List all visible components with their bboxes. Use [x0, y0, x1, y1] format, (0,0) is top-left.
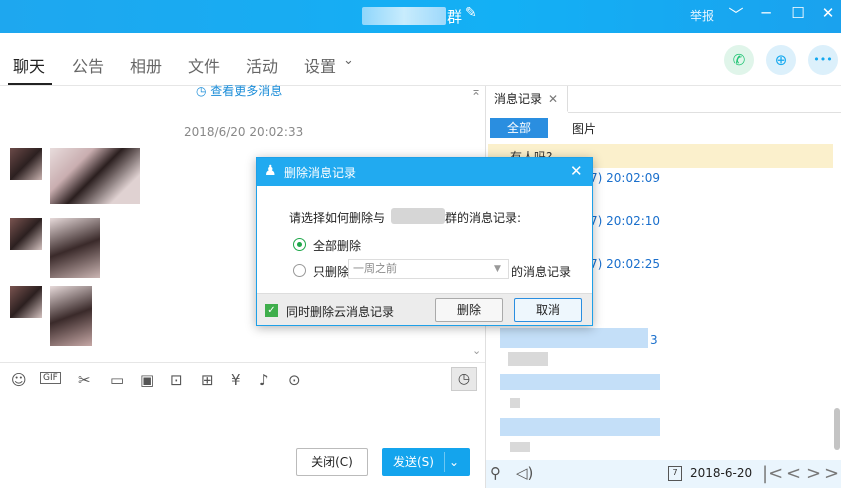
radio-delete-all[interactable]: [293, 238, 306, 251]
prev-page-icon[interactable]: <: [786, 463, 801, 484]
blurred-content: [510, 442, 530, 452]
screen-share-icon[interactable]: ⊡: [170, 371, 183, 389]
next-page-icon[interactable]: >: [806, 463, 821, 484]
tab-album[interactable]: 相册: [130, 53, 162, 77]
delete-button[interactable]: 删除: [435, 298, 503, 322]
phone-icon[interactable]: ✆: [724, 45, 754, 75]
tab-bar: 聊天 公告 相册 文件 活动 设置 ⌄ ✆ ⊕ •••: [0, 33, 841, 86]
maximize-button[interactable]: ☐: [787, 4, 809, 22]
avatar: [10, 148, 42, 180]
delete-history-dialog: ♟ 删除消息记录 ✕ 请选择如何删除与 群的消息记录: 全部删除 只删除 一周之…: [256, 157, 593, 326]
expand-icon[interactable]: ⌄: [472, 344, 481, 357]
tab-line: [568, 112, 841, 113]
chevron-down-icon[interactable]: ⌄: [343, 53, 354, 68]
message-bubble: [50, 148, 140, 204]
sync-cloud-checkbox[interactable]: ✓: [265, 304, 278, 317]
history-footer: ⚲ ◁) 7 2018-6-20 |< < > >: [486, 460, 841, 488]
history-time: 3: [650, 333, 658, 347]
close-window-button[interactable]: ✕: [817, 4, 839, 22]
filter-images-button[interactable]: 图片: [572, 120, 596, 137]
emoji-icon[interactable]: ☺: [11, 371, 27, 389]
history-tab-label: 消息记录: [494, 92, 543, 106]
first-page-icon[interactable]: |<: [762, 463, 783, 484]
dialog-prompt-suffix: 群的消息记录:: [445, 211, 522, 225]
chevron-down-icon: ▼: [494, 264, 501, 274]
history-date: 2018-6-20: [690, 466, 753, 480]
blurred-content: [508, 352, 548, 366]
blurred-group-name: [391, 208, 445, 224]
gift-icon[interactable]: ⊞: [201, 371, 214, 389]
report-button[interactable]: 举报: [690, 7, 714, 24]
blurred-sender: [500, 374, 660, 390]
chevron-down-icon[interactable]: ﹀: [725, 4, 747, 25]
more-icon[interactable]: •••: [808, 45, 838, 75]
send-label: 发送(S): [393, 455, 434, 469]
cancel-button[interactable]: 取消: [514, 298, 582, 322]
more-options-icon[interactable]: ⊙: [288, 371, 301, 389]
radio-delete-partial[interactable]: [293, 264, 306, 277]
avatar: [10, 218, 42, 250]
history-time: 7) 20:02:10: [590, 214, 661, 228]
more-messages-link[interactable]: ◷ 查看更多消息: [196, 82, 282, 99]
pencil-icon[interactable]: ✎: [465, 5, 477, 21]
red-packet-icon[interactable]: ¥: [231, 371, 241, 389]
tab-chat[interactable]: 聊天: [13, 53, 45, 77]
filter-all-button[interactable]: 全部: [490, 118, 548, 138]
message-bubble: [50, 218, 100, 278]
window-title: 群: [447, 8, 463, 26]
active-tab-indicator: [8, 83, 52, 85]
speaker-icon[interactable]: ◁): [516, 464, 533, 482]
penguin-logo-icon: ♟: [264, 163, 277, 179]
history-clock-icon[interactable]: ◷: [451, 367, 477, 391]
avatar: [10, 286, 42, 318]
collapse-icon[interactable]: ⌅: [471, 84, 481, 98]
period-select-value: 一周之前: [353, 262, 397, 275]
close-button[interactable]: 关闭(C): [296, 448, 368, 476]
bell-icon[interactable]: ♪: [259, 371, 269, 389]
folder-icon[interactable]: ▭: [110, 371, 124, 389]
history-time: 7) 20:02:25: [590, 257, 661, 271]
message-input-area[interactable]: 关闭(C) 发送(S) ⌄: [0, 396, 485, 488]
tab-settings[interactable]: 设置: [304, 53, 336, 77]
delete-partial-label: 只删除: [313, 265, 350, 279]
history-time: 7) 20:02:09: [590, 171, 661, 185]
scrollbar-thumb[interactable]: [834, 408, 840, 450]
close-icon[interactable]: ✕: [548, 86, 558, 112]
title-bar: 群 ✎ 举报 ﹀ ─ ☐ ✕: [0, 0, 841, 33]
delete-all-label: 全部删除: [313, 239, 362, 253]
dialog-title-bar: ♟ 删除消息记录 ✕: [257, 158, 592, 186]
history-tab[interactable]: 消息记录 ✕: [486, 86, 568, 112]
sync-cloud-label: 同时删除云消息记录: [286, 305, 395, 319]
delete-partial-suffix: 的消息记录: [511, 265, 572, 279]
gif-icon[interactable]: GIF: [40, 372, 61, 384]
blurred-sender: [500, 328, 648, 348]
tab-announcement[interactable]: 公告: [72, 53, 104, 77]
image-icon[interactable]: ▣: [140, 371, 154, 389]
dialog-close-icon[interactable]: ✕: [570, 162, 583, 180]
message-timestamp: 2018/6/20 20:02:33: [184, 125, 304, 139]
calendar-icon[interactable]: 7: [668, 466, 682, 481]
last-page-icon[interactable]: >: [824, 463, 839, 484]
dialog-prompt: 请选择如何删除与: [289, 211, 386, 225]
message-bubble: [50, 286, 92, 346]
add-icon[interactable]: ⊕: [766, 45, 796, 75]
tab-activity[interactable]: 活动: [246, 53, 278, 77]
dialog-footer: ✓ 同时删除云消息记录 删除 取消: [257, 293, 592, 325]
blurred-sender: [500, 418, 660, 436]
send-separator: [444, 452, 445, 472]
send-button[interactable]: 发送(S) ⌄: [382, 448, 470, 476]
dialog-title: 删除消息记录: [284, 166, 357, 180]
more-messages-label: 查看更多消息: [210, 84, 283, 98]
input-toolbar: ☺ GIF ✂ ▭ ▣ ⊡ ⊞ ¥ ♪ ⊙ ◷: [0, 362, 485, 396]
send-options-chevron-icon[interactable]: ⌄: [449, 448, 459, 476]
search-icon[interactable]: ⚲: [490, 464, 501, 482]
tab-files[interactable]: 文件: [188, 53, 220, 77]
period-select[interactable]: 一周之前 ▼: [348, 259, 509, 279]
blurred-content: [510, 398, 520, 408]
scissors-icon[interactable]: ✂: [78, 371, 91, 389]
group-name-blurred: [362, 7, 446, 25]
minimize-button[interactable]: ─: [755, 4, 777, 22]
